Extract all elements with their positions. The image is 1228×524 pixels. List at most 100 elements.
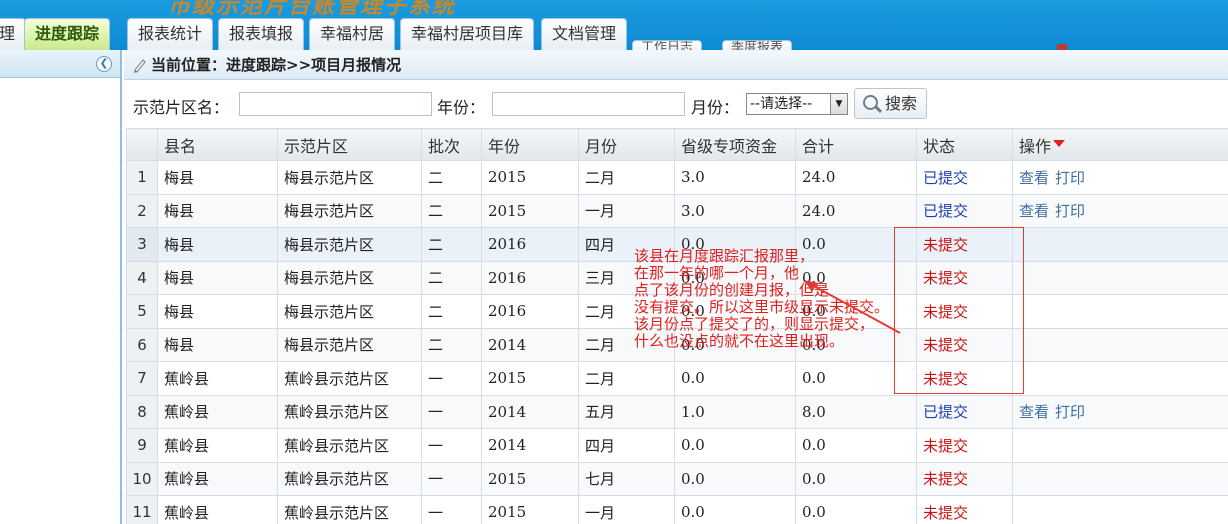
table-row[interactable]: 1 梅县 梅县示范片区二 2015 二月 3.0 24.0 已提交 查看 打印 bbox=[126, 160, 1228, 195]
tab-document-management[interactable]: 文档管理 bbox=[541, 18, 628, 50]
header-year[interactable]: 年份 bbox=[481, 128, 579, 161]
fund-cell: 0.0 bbox=[674, 227, 796, 262]
tab-progress-tracking[interactable]: 进度跟踪 bbox=[24, 18, 111, 50]
header-actions[interactable]: 操作 bbox=[1012, 128, 1228, 161]
status-cell: 未提交 bbox=[916, 495, 1013, 524]
print-link[interactable]: 打印 bbox=[1055, 403, 1085, 421]
year-cell: 2016 bbox=[481, 260, 579, 295]
total-cell: 0.0 bbox=[795, 495, 917, 524]
row-number: 10 bbox=[126, 461, 158, 496]
view-link[interactable]: 查看 bbox=[1019, 403, 1049, 421]
district-cell: 蕉岭县示范片区 bbox=[277, 394, 422, 429]
header-district[interactable]: 示范片区 bbox=[277, 128, 422, 161]
table-row[interactable]: 6 梅县 梅县示范片区二 2014 二月 0.0 0.0 未提交 bbox=[126, 327, 1228, 362]
search-button-label: 搜索 bbox=[885, 94, 918, 113]
header-county[interactable]: 县名 bbox=[157, 128, 278, 161]
actions-cell: 查看 打印 bbox=[1012, 193, 1228, 228]
header-provincial-fund[interactable]: 省级专项资金 bbox=[674, 128, 796, 161]
year-cell: 2015 bbox=[481, 193, 579, 228]
county-cell: 梅县 bbox=[157, 260, 278, 295]
actions-cell bbox=[1012, 227, 1228, 262]
county-cell: 梅县 bbox=[157, 294, 278, 329]
county-cell: 梅县 bbox=[157, 193, 278, 228]
breadcrumb: 当前位置：进度跟踪>>项目月报情况 bbox=[124, 50, 1228, 80]
year-cell: 2014 bbox=[481, 327, 579, 362]
table-row[interactable]: 10 蕉岭县 蕉岭县示范片区一 2015 七月 0.0 0.0 未提交 bbox=[126, 461, 1228, 496]
total-cell: 0.0 bbox=[795, 461, 917, 496]
tab-happy-village-projects[interactable]: 幸福村居项目库 bbox=[400, 18, 535, 50]
header-total[interactable]: 合计 bbox=[795, 128, 917, 161]
month-cell: 一月 bbox=[578, 495, 675, 524]
district-cell: 蕉岭县示范片区 bbox=[277, 461, 422, 496]
print-link[interactable]: 打印 bbox=[1055, 202, 1085, 220]
batch-cell: 一 bbox=[421, 461, 482, 496]
header-batch[interactable]: 批次 bbox=[421, 128, 482, 161]
print-link[interactable]: 打印 bbox=[1055, 169, 1085, 187]
year-cell: 2016 bbox=[481, 294, 579, 329]
fund-cell: 1.0 bbox=[674, 394, 796, 429]
tab-quarterly-report[interactable]: 季度报表 bbox=[722, 40, 793, 50]
row-number: 11 bbox=[126, 495, 158, 524]
total-cell: 0.0 bbox=[795, 260, 917, 295]
batch-cell: 一 bbox=[421, 394, 482, 429]
view-link[interactable]: 查看 bbox=[1019, 169, 1049, 187]
county-cell: 蕉岭县 bbox=[157, 428, 278, 463]
batch-cell: 一 bbox=[421, 495, 482, 524]
total-cell: 0.0 bbox=[795, 327, 917, 362]
county-cell: 蕉岭县 bbox=[157, 361, 278, 396]
table-row[interactable]: 5 梅县 梅县示范片区二 2016 二月 0.0 0.0 未提交 bbox=[126, 294, 1228, 329]
status-cell: 已提交 bbox=[916, 394, 1013, 429]
month-select[interactable]: --请选择-- ▼ bbox=[746, 93, 848, 115]
table-row[interactable]: 11 蕉岭县 蕉岭县示范片区一 2015 一月 0.0 0.0 未提交 bbox=[126, 495, 1228, 524]
app-title: 市级示范片台账管理子系统 bbox=[168, 0, 457, 19]
tab-work-log[interactable]: 工作日志 bbox=[632, 40, 703, 50]
status-cell: 未提交 bbox=[916, 361, 1013, 396]
year-cell: 2016 bbox=[481, 227, 579, 262]
table-row[interactable]: 7 蕉岭县 蕉岭县示范片区一 2015 二月 0.0 0.0 未提交 bbox=[126, 361, 1228, 396]
row-number: 9 bbox=[126, 428, 158, 463]
status-cell: 未提交 bbox=[916, 327, 1013, 362]
table-row[interactable]: 3 梅县 梅县示范片区二 2016 四月 0.0 0.0 未提交 bbox=[126, 227, 1228, 262]
fund-cell: 3.0 bbox=[674, 193, 796, 228]
district-cell: 梅县示范片区 bbox=[277, 160, 422, 195]
status-cell: 未提交 bbox=[916, 461, 1013, 496]
county-cell: 梅县 bbox=[157, 327, 278, 362]
batch-cell: 二 bbox=[421, 294, 482, 329]
sort-down-icon[interactable] bbox=[1053, 139, 1066, 147]
header-status[interactable]: 状态 bbox=[916, 128, 1013, 161]
tab-partial-left[interactable]: 理 bbox=[0, 18, 27, 50]
search-button[interactable]: 搜索 bbox=[854, 88, 927, 119]
month-cell: 一月 bbox=[578, 193, 675, 228]
status-cell: 未提交 bbox=[916, 227, 1013, 262]
dropdown-arrow-icon[interactable]: ▼ bbox=[830, 94, 847, 114]
actions-cell bbox=[1012, 361, 1228, 396]
actions-cell: 查看 打印 bbox=[1012, 394, 1228, 429]
table-row[interactable]: 4 梅县 梅县示范片区二 2016 三月 0.0 0.0 未提交 bbox=[126, 260, 1228, 295]
table-row[interactable]: 8 蕉岭县 蕉岭县示范片区一 2014 五月 1.0 8.0 已提交 查看 打印 bbox=[126, 394, 1228, 429]
row-number: 1 bbox=[126, 160, 158, 195]
fund-cell: 0.0 bbox=[674, 327, 796, 362]
tab-happy-village[interactable]: 幸福村居 bbox=[309, 18, 396, 50]
actions-cell bbox=[1012, 294, 1228, 329]
table-row[interactable]: 9 蕉岭县 蕉岭县示范片区一 2014 四月 0.0 0.0 未提交 bbox=[126, 428, 1228, 463]
header-month[interactable]: 月份 bbox=[578, 128, 675, 161]
pencil-icon bbox=[134, 59, 146, 73]
year-cell: 2015 bbox=[481, 160, 579, 195]
actions-cell bbox=[1012, 260, 1228, 295]
view-link[interactable]: 查看 bbox=[1019, 202, 1049, 220]
report-table: 县名 示范片区 批次 年份 月份 省级专项资金 合计 状态 操作 1 梅县 梅县示范… bbox=[126, 128, 1228, 524]
collapse-sidebar-icon[interactable]: ❮ bbox=[96, 56, 112, 72]
tab-report-filling[interactable]: 报表填报 bbox=[218, 18, 305, 50]
year-input[interactable] bbox=[492, 92, 685, 116]
row-number: 7 bbox=[126, 361, 158, 396]
tab-report-statistics[interactable]: 报表统计 bbox=[127, 18, 214, 50]
year-cell: 2014 bbox=[481, 394, 579, 429]
total-cell: 24.0 bbox=[795, 160, 917, 195]
district-input[interactable] bbox=[239, 92, 432, 116]
sidebar-header: ❮ bbox=[0, 50, 120, 78]
table-row[interactable]: 2 梅县 梅县示范片区二 2015 一月 3.0 24.0 已提交 查看 打印 bbox=[126, 193, 1228, 228]
county-cell: 蕉岭县 bbox=[157, 394, 278, 429]
month-select-value: --请选择-- bbox=[750, 96, 813, 112]
main-tabs: 理 进度跟踪 报表统计 报表填报 幸福村居 幸福村居项目库 文档管理 工作日志 … bbox=[0, 18, 1228, 50]
total-cell: 0.0 bbox=[795, 294, 917, 329]
